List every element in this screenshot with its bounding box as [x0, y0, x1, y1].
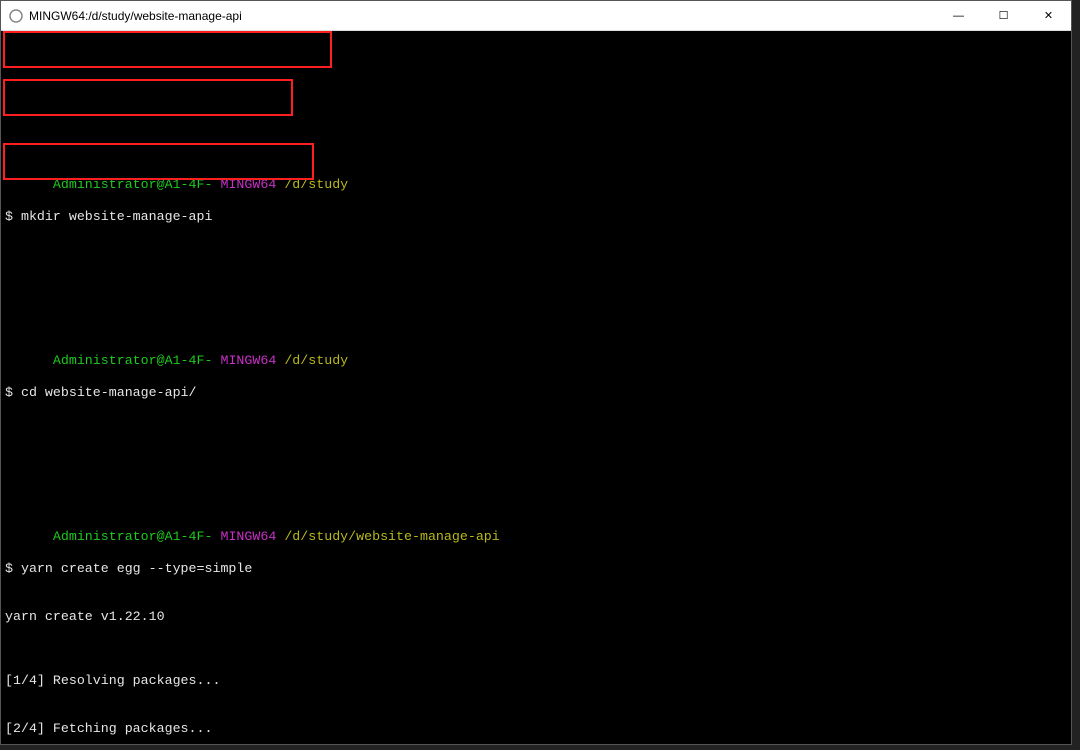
prompt-user: Administrator@A1-4F- — [53, 177, 213, 192]
terminal-area[interactable]: Administrator@A1-4F- MINGW64 /d/study $ … — [1, 31, 1071, 744]
prompt-host: MINGW64 — [220, 177, 276, 192]
window-controls: — ☐ ✕ — [936, 1, 1071, 30]
yarn-version: yarn create v1.22.10 — [5, 609, 1067, 625]
app-icon — [9, 9, 23, 23]
cmd-cd: $ cd website-manage-api/ — [5, 385, 1067, 401]
progress-line: [1/4] Resolving packages... — [5, 673, 1067, 689]
prompt-line: Administrator@A1-4F- MINGW64 /d/study — [5, 337, 1067, 353]
highlight-box-1 — [3, 31, 332, 68]
close-button[interactable]: ✕ — [1026, 1, 1071, 30]
cmd-yarn: $ yarn create egg --type=simple — [5, 561, 1067, 577]
prompt-path: /d/study — [284, 177, 348, 192]
prompt-line: Administrator@A1-4F- MINGW64 /d/study — [5, 161, 1067, 177]
cmd-mkdir: $ mkdir website-manage-api — [5, 209, 1067, 225]
maximize-button[interactable]: ☐ — [981, 1, 1026, 30]
minimize-button[interactable]: — — [936, 1, 981, 30]
window-title: MINGW64:/d/study/website-manage-api — [29, 9, 242, 23]
titlebar[interactable]: MINGW64:/d/study/website-manage-api — ☐ … — [1, 1, 1071, 31]
progress-line: [2/4] Fetching packages... — [5, 721, 1067, 737]
highlight-box-2 — [3, 79, 293, 116]
terminal-window: MINGW64:/d/study/website-manage-api — ☐ … — [0, 0, 1072, 745]
prompt-line: Administrator@A1-4F- MINGW64 /d/study/we… — [5, 513, 1067, 529]
